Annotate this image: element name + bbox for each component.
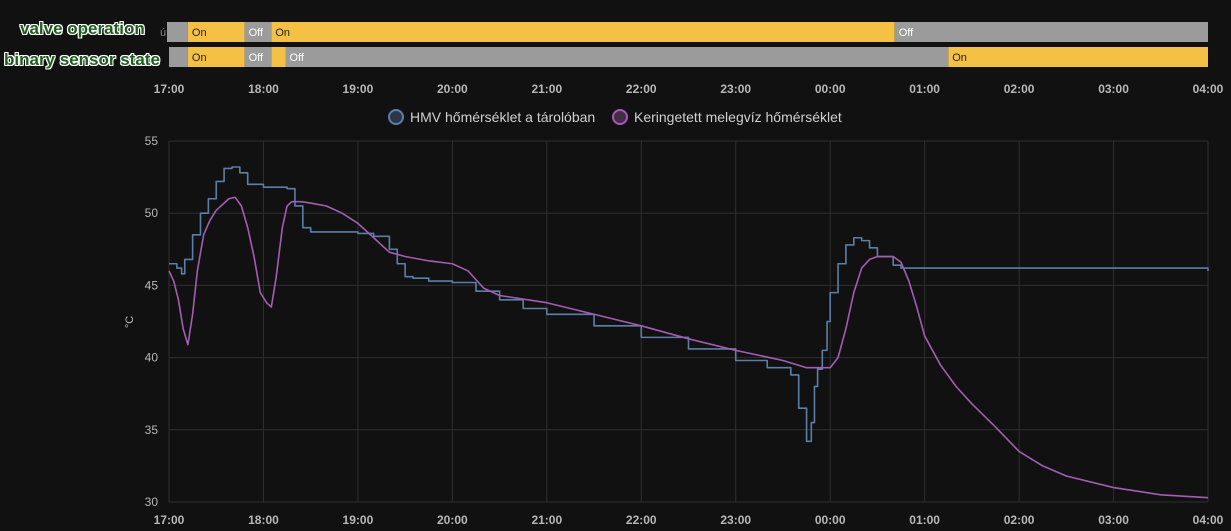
y-tick-label: 55 <box>145 134 159 148</box>
y-tick-label: 30 <box>145 495 159 509</box>
y-tick-label: 40 <box>145 351 159 365</box>
y-axis-label: °C <box>124 316 136 328</box>
x-tick-label: 18:00 <box>248 513 279 527</box>
y-tick-label: 35 <box>145 423 159 437</box>
x-tick-label: 02:00 <box>1004 513 1035 527</box>
legend-label: Keringetett melegvíz hőmérséklet <box>634 109 842 125</box>
x-tick-label: 20:00 <box>437 513 468 527</box>
x-tick-label: 00:00 <box>815 513 846 527</box>
x-tick-label: 21:00 <box>531 513 562 527</box>
x-tick-label: 04:00 <box>1193 513 1224 527</box>
x-tick-label: 03:00 <box>1098 513 1129 527</box>
x-tick-label: 23:00 <box>720 513 751 527</box>
overlay-label-valve: valve operation <box>20 19 145 38</box>
x-tick-label: 01:00 <box>909 513 940 527</box>
legend-swatch <box>388 109 404 125</box>
x-tick-label: 17:00 <box>154 513 185 527</box>
legend-label: HMV hőmérséklet a tárolóban <box>410 109 595 125</box>
series-line-1 <box>169 166 1209 443</box>
x-tick-label: 22:00 <box>626 513 657 527</box>
history-graph: On Off On Off On Off Off On ú 17:00 18:00 19:00 20:0… <box>0 0 1231 531</box>
temperature-line-chart: 30 35 40 45 50 55 17:00 18:00 19:00 20:00 21:00 22:… <box>124 109 1224 527</box>
overlay-label-binary-sensor: binary sensor state <box>4 50 160 69</box>
x-tick-label: 19:00 <box>343 513 374 527</box>
legend-swatch <box>612 109 628 125</box>
y-tick-label: 50 <box>145 206 159 220</box>
y-tick-label: 45 <box>145 278 159 292</box>
